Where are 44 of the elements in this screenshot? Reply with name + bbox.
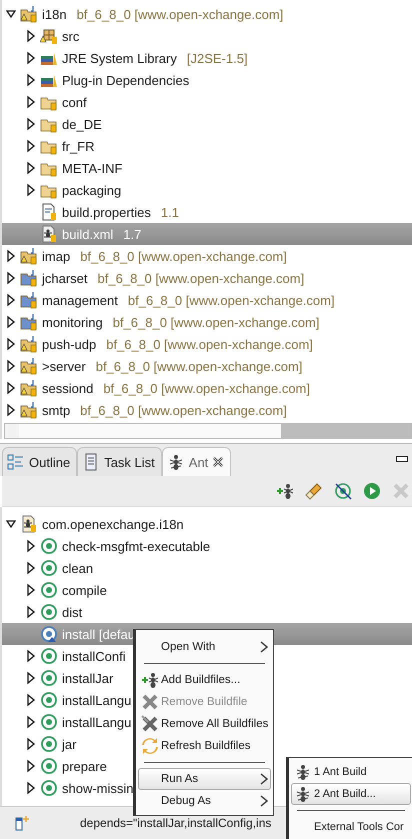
tree-item-label: conf <box>62 94 87 110</box>
tree-item-label: de_DE <box>62 116 102 132</box>
tree-item-decoration: bf_6_8_0 [www.open-xchange.com] <box>80 248 287 264</box>
tree-item-label: fr_FR <box>62 138 94 154</box>
tree-item-label: management <box>42 292 118 308</box>
tree-item-label: monitoring <box>42 314 103 330</box>
tree-item-decoration: bf_6_8_0 [www.open-xchange.com] <box>106 336 313 352</box>
tree-item-label: push-udp <box>42 336 96 352</box>
tree-item-decoration: bf_6_8_0 [www.open-xchange.com] <box>96 358 302 374</box>
tree-item-label: src <box>62 28 80 44</box>
tree-item-label: show-missin <box>62 780 134 796</box>
tree-item-decoration: bf_6_8_0 [www.open-xchange.com] <box>112 314 320 330</box>
tree-item-label: smtp <box>42 402 70 418</box>
tree-item-decoration: bf_6_8_0 [www.open-xchange.com] <box>76 6 284 22</box>
tree-item-label: com.openexchange.i18n <box>42 516 184 532</box>
tree-item-label: installLangu <box>62 692 132 708</box>
tree-item-decoration: 1.1 <box>160 204 179 220</box>
tree-item-decoration: bf_6_8_0 [www.open-xchange.com] <box>80 402 287 418</box>
tree-item-label: build.properties <box>62 204 151 220</box>
tree-item-label: jcharset <box>42 270 88 286</box>
tree-item-decoration: bf_6_8_0 [www.open-xchange.com] <box>103 380 310 396</box>
tree-item-label: dist <box>62 604 82 620</box>
tree-item-label: >server <box>42 358 86 374</box>
tree-item-label: check-msgfmt-executable <box>62 538 210 554</box>
tree-item-decoration: 1.7 <box>123 226 142 242</box>
tree-item-label: prepare <box>62 758 107 774</box>
tree-item-label: clean <box>62 560 94 576</box>
tree-item-decoration: bf_6_8_0 [www.open-xchange.com] <box>128 292 335 308</box>
tree-item-label: installConfi <box>62 648 126 664</box>
tree-item-label: compile <box>62 582 107 598</box>
status-text: depends="installJar,installConfig,ins <box>80 816 272 830</box>
tree-item-label: build.xml <box>62 226 114 242</box>
tree-item-label: sessiond <box>42 380 94 396</box>
tree-item-decoration: bf_6_8_0 [www.open-xchange.com] <box>98 270 304 286</box>
tree-item-label: imap <box>42 248 70 264</box>
tree-item-label: jar <box>62 736 76 752</box>
tree-item-label: META-INF <box>62 160 122 176</box>
tree-item-label: installLangu <box>62 714 132 730</box>
tree-item-label: packaging <box>62 182 122 198</box>
tree-item-label: i18n <box>42 6 67 22</box>
tree-item-label: Plug-in Dependencies <box>62 72 190 88</box>
tree-item-decoration: [J2SE-1.5] <box>186 50 248 66</box>
tree-item-label: installJar <box>62 670 114 686</box>
tree-item-label: JRE System Library <box>62 50 177 66</box>
